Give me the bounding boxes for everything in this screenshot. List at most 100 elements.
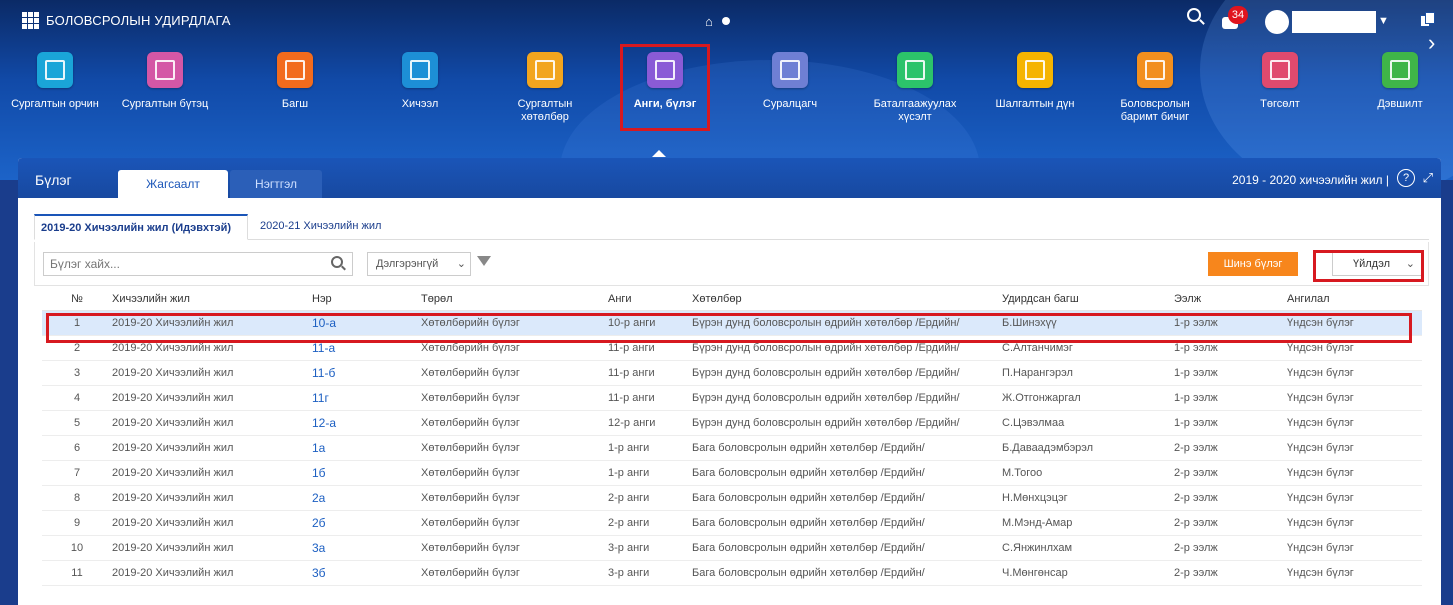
module-item-1[interactable]: Сургалтын орчин (0, 46, 110, 111)
top-navigation: БОЛОВСРОЛЫН УДИРДЛАГА ⌂ 34 ▼ Сургалтын о… (0, 0, 1453, 180)
search-icon[interactable] (1187, 8, 1201, 22)
module-item-8[interactable]: Баталгаажуулах хүсэлт (860, 46, 970, 124)
help-icon[interactable]: ? (1397, 169, 1415, 187)
table-row[interactable]: 9 2019-20 Хичээлийн жил 2б Хөтөлбөрийн бүлэ… (42, 510, 1422, 536)
table-row[interactable]: 8 2019-20 Хичээлийн жил 2а Хөтөлбөрийн бүлэ… (42, 485, 1422, 511)
table-cell: 2-р анги (608, 485, 692, 511)
chevron-down-icon[interactable]: ▼ (1378, 15, 1389, 27)
module-icon (402, 52, 438, 88)
group-panel: Бүлэг Жагсаалт Нэгтгэл 2019 - 2020 хичээ… (18, 158, 1441, 605)
group-name-link[interactable]: 12-а (312, 410, 421, 436)
column-header[interactable]: Хөтөлбөр (692, 288, 1002, 311)
table-row[interactable]: 11 2019-20 Хичээлийн жил 3б Хөтөлбөрийн бүл… (42, 560, 1422, 586)
tab-year-2020-21[interactable]: 2020-21 Хичээлийн жил (254, 214, 387, 240)
module-item-11[interactable]: Төгсөлт (1225, 46, 1335, 111)
group-name-link[interactable]: 1б (312, 460, 421, 486)
group-search-input[interactable] (43, 252, 353, 276)
module-item-12[interactable]: Дэвшилт (1345, 46, 1453, 111)
table-cell: 2019-20 Хичээлийн жил (112, 435, 312, 461)
table-row[interactable]: 10 2019-20 Хичээлийн жил 3а Хөтөлбөрийн бүл… (42, 535, 1422, 561)
module-label: Боловсролын (1120, 98, 1190, 110)
table-cell: 2019-20 Хичээлийн жил (112, 510, 312, 536)
module-item-5[interactable]: Сургалтын хөтөлбөр (490, 46, 600, 124)
group-name-link[interactable]: 3а (312, 535, 421, 561)
filter-bar: Дэлгэрэнгүй ⌄ Шинэ бүлэг Үйлдэл ⌄ (34, 242, 1429, 286)
column-header[interactable]: Удирдсан багш (1002, 288, 1174, 311)
group-name-link[interactable]: 2б (312, 510, 421, 536)
home-icon[interactable]: ⌂ (705, 14, 713, 29)
module-label: Сургалтын бүтэц (121, 98, 209, 110)
table-cell: Бага боловсролын өдрийн хөтөлбөр /Ердийн… (692, 560, 1002, 586)
group-name-link[interactable]: 1а (312, 435, 421, 461)
chevron-right-icon[interactable]: › (1428, 30, 1435, 56)
detail-select[interactable]: Дэлгэрэнгүй ⌄ (367, 252, 471, 276)
expand-icon[interactable]: ⤢ (1423, 170, 1433, 186)
table-cell: 2-р анги (608, 510, 692, 536)
module-item-9[interactable]: Шалгалтын дүн (980, 46, 1090, 111)
table-cell: Үндсэн бүлэг (1287, 460, 1422, 486)
table-cell: 2-р ээлж (1174, 560, 1287, 586)
table-cell: 9 (42, 510, 112, 536)
copy-icon[interactable] (1420, 12, 1436, 28)
module-label: Төгсөлт (1260, 98, 1300, 110)
avatar[interactable] (1265, 10, 1289, 34)
module-item-3[interactable]: Багш (240, 46, 350, 111)
chevron-down-icon: ⌄ (456, 258, 466, 270)
table-cell: 3-р анги (608, 535, 692, 561)
table-row[interactable]: 6 2019-20 Хичээлийн жил 1а Хөтөлбөрийн бүлэ… (42, 435, 1422, 461)
table-row[interactable]: 7 2019-20 Хичээлийн жил 1б Хөтөлбөрийн бүлэ… (42, 460, 1422, 486)
table-cell: Үндсэн бүлэг (1287, 360, 1422, 386)
module-label-line2: хүсэлт (898, 111, 932, 123)
notification-badge[interactable]: 34 (1228, 6, 1248, 24)
active-module-pointer (652, 150, 666, 157)
tab-summary[interactable]: Нэгтгэл (230, 170, 322, 198)
table-cell: 10 (42, 535, 112, 561)
column-header[interactable]: Төрөл (421, 288, 608, 311)
group-name-link[interactable]: 11-б (312, 360, 421, 386)
column-header[interactable]: Ангилал (1287, 288, 1422, 311)
table-row[interactable]: 4 2019-20 Хичээлийн жил 11г Хөтөлбөрийн бүл… (42, 385, 1422, 411)
module-item-4[interactable]: Хичээл (365, 46, 475, 111)
group-name-link[interactable]: 2а (312, 485, 421, 511)
column-header[interactable]: № (42, 288, 112, 311)
table-row[interactable]: 5 2019-20 Хичээлийн жил 12-а Хөтөлбөрийн бү… (42, 410, 1422, 436)
module-icon (147, 52, 183, 88)
column-header[interactable]: Ээлж (1174, 288, 1287, 311)
column-header[interactable]: Хичээлийн жил (112, 288, 312, 311)
table-cell: 2019-20 Хичээлийн жил (112, 410, 312, 436)
table-cell: Үндсэн бүлэг (1287, 410, 1422, 436)
module-item-7[interactable]: Суралцагч (735, 46, 845, 111)
user-name-box[interactable] (1292, 11, 1376, 33)
table-cell: 2-р ээлж (1174, 435, 1287, 461)
table-cell: С.Цэвэлмаа (1002, 410, 1174, 436)
app-grid-icon[interactable] (22, 12, 39, 29)
group-name-link[interactable]: 3б (312, 560, 421, 586)
tab-year-2019-20[interactable]: 2019-20 Хичээлийн жил (Идэвхтэй) (34, 214, 248, 240)
new-group-button[interactable]: Шинэ бүлэг (1208, 252, 1298, 276)
table-cell: Үндсэн бүлэг (1287, 560, 1422, 586)
table-cell: Үндсэн бүлэг (1287, 485, 1422, 511)
table-cell: Үндсэн бүлэг (1287, 510, 1422, 536)
module-label: Багш (281, 98, 309, 110)
table-cell: Бүрэн дунд боловсролын өдрийн хөтөлбөр /… (692, 410, 1002, 436)
tab-list[interactable]: Жагсаалт (118, 170, 228, 198)
module-item-10[interactable]: Боловсролын баримт бичиг (1100, 46, 1210, 124)
module-icon (1137, 52, 1173, 88)
module-item-2[interactable]: Сургалтын бүтэц (110, 46, 220, 111)
column-header[interactable]: Нэр (312, 288, 421, 311)
group-name-link[interactable]: 11г (312, 385, 421, 411)
search-icon[interactable] (331, 256, 343, 268)
dot-icon[interactable] (722, 17, 730, 25)
module-label: Суралцагч (762, 98, 818, 110)
table-cell: Бүрэн дунд боловсролын өдрийн хөтөлбөр /… (692, 360, 1002, 386)
table-row[interactable]: 3 2019-20 Хичээлийн жил 11-б Хөтөлбөрийн бү… (42, 360, 1422, 386)
table-cell: Б.Даваадэмбэрэл (1002, 435, 1174, 461)
filter-icon[interactable] (477, 256, 491, 266)
detail-select-value: Дэлгэрэнгүй (376, 258, 439, 270)
table-cell: Үндсэн бүлэг (1287, 435, 1422, 461)
table-cell: М.Тогоо (1002, 460, 1174, 486)
column-header[interactable]: Анги (608, 288, 692, 311)
table-cell: 4 (42, 385, 112, 411)
highlight-box (620, 44, 710, 131)
module-icon (1382, 52, 1418, 88)
